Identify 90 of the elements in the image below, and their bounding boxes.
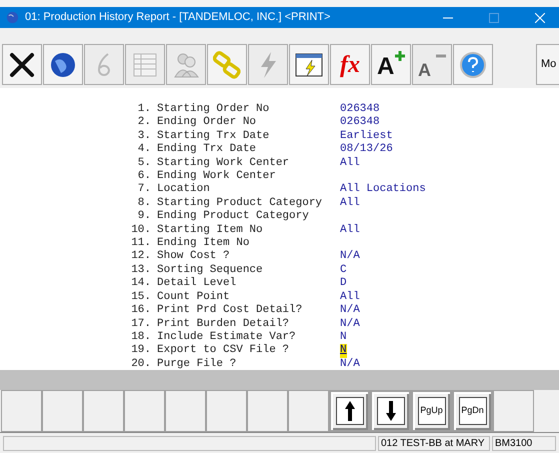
field-label: Sorting Sequence [157, 264, 264, 277]
status-bar-panel: 012 TEST-BB at MARY [378, 436, 490, 450]
field-number: 6. [136, 170, 151, 184]
field-value[interactable]: D [340, 277, 347, 291]
field-label: Ending Trx Date [157, 143, 258, 157]
field-value[interactable]: C [340, 264, 347, 278]
field-number: 3. [136, 130, 151, 144]
chain-link-icon [213, 50, 241, 78]
field-number: 11. [131, 237, 151, 250]
down-arrow-icon [384, 400, 396, 422]
field-number: 5. [136, 156, 151, 170]
field-value[interactable]: All [340, 156, 360, 170]
field-label: Purge File ? [157, 358, 238, 372]
function-key-slot [493, 390, 534, 432]
field-label: Starting Order No [157, 103, 270, 116]
field-value[interactable]: N [340, 330, 347, 344]
function-key-slot [206, 390, 247, 432]
field-number: 15. [131, 290, 151, 304]
function-key-slot [83, 390, 124, 432]
field-value[interactable]: 026348 [340, 103, 380, 116]
status-bar-panel: BM3100 [492, 436, 556, 450]
close-icon[interactable] [535, 12, 545, 22]
field-label: Starting Item No [157, 224, 264, 237]
fx-icon: fx [340, 52, 360, 76]
field-number: 1. [136, 103, 151, 116]
globe-icon [49, 50, 77, 78]
field-value[interactable]: All [340, 196, 360, 210]
field-number: 7. [136, 183, 151, 197]
function-key-slot [247, 390, 288, 432]
field-label: Include Estimate Var? [157, 330, 297, 344]
globe-icon [6, 11, 19, 24]
field-label: Starting Product Category [157, 196, 324, 210]
field-value[interactable]: All Locations [340, 183, 426, 197]
field-label: Print Burden Detail? [157, 318, 290, 331]
toolbar-button[interactable] [289, 44, 329, 85]
toolbar-button[interactable] [2, 44, 42, 85]
field-number: 20. [131, 358, 151, 372]
field-number: 2. [136, 116, 151, 130]
field-label: Ending Order No [157, 116, 258, 130]
toolbar-button[interactable]: Mo [536, 44, 559, 85]
field-number: 9. [136, 210, 151, 224]
window-lightning-icon [295, 52, 323, 78]
field-value[interactable]: 026348 [340, 116, 380, 130]
field-value[interactable]: Earliest [340, 130, 393, 144]
people-icon [172, 50, 200, 78]
close-icon [8, 50, 36, 78]
field-label: Location [157, 183, 211, 197]
scroll-up-button[interactable] [329, 390, 370, 432]
field-value[interactable]: 08/13/26 [340, 143, 393, 157]
field-value[interactable]: All [340, 224, 360, 238]
toolbar-button[interactable] [43, 44, 83, 85]
field-label: Export to CSV File ? [157, 344, 290, 358]
field-number: 8. [136, 196, 151, 210]
help-icon [459, 50, 487, 78]
field-label: Count Point [157, 290, 231, 304]
field-label: Print Prd Cost Detail? [157, 304, 304, 318]
table-icon [132, 52, 158, 78]
field-number: 13. [131, 264, 151, 278]
function-key-slot [165, 390, 206, 432]
toolbar-button[interactable]: fx [330, 44, 370, 85]
scroll-down-button[interactable] [370, 390, 411, 432]
field-label: Ending Work Center [157, 170, 277, 183]
function-key-slot [124, 390, 165, 432]
field-label: Ending Item No [157, 237, 250, 250]
field-number: 18. [131, 330, 151, 344]
function-key-slot [288, 390, 329, 432]
page-button[interactable]: PgUp [411, 390, 452, 432]
field-value[interactable]: N [340, 344, 347, 358]
function-key-slot [42, 390, 83, 432]
field-label: Starting Work Center [157, 156, 290, 170]
window-title: 01: Production History Report - [TANDEMLOC, INC.] <PRINT> [25, 10, 330, 26]
field-label: Starting Trx Date [157, 130, 270, 143]
field-number: 14. [131, 277, 151, 291]
field-number: 16. [131, 304, 151, 318]
field-label: Show Cost ? [157, 250, 231, 264]
field-label: Detail Level [157, 277, 238, 291]
field-value[interactable]: All [340, 290, 360, 304]
field-number: 17. [131, 318, 151, 331]
field-number: 10. [131, 224, 151, 238]
field-label: Ending Product Category [157, 210, 310, 224]
field-number: 12. [131, 250, 151, 264]
field-number: 19. [131, 344, 151, 358]
page-button[interactable]: PgDn [452, 390, 493, 432]
field-value[interactable]: N/A [340, 304, 360, 318]
up-arrow-icon [344, 400, 356, 422]
field-number: 4. [136, 143, 151, 157]
toolbar-button[interactable]: A [371, 44, 411, 85]
field-value[interactable]: N/A [340, 358, 360, 372]
field-value[interactable]: N/A [340, 250, 360, 264]
field-value[interactable]: N/A [340, 318, 360, 331]
